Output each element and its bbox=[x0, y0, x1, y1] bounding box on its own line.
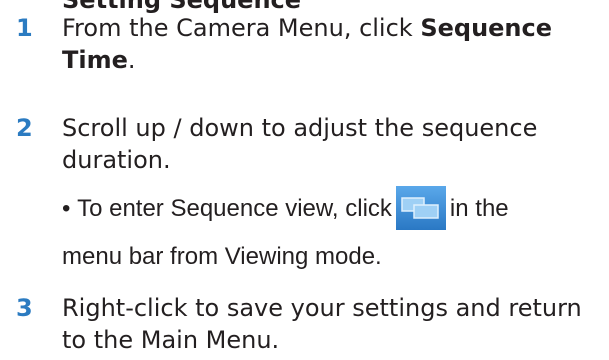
step-text-after: . bbox=[127, 46, 136, 74]
note-line-1: • To enter Sequence view, click in the bbox=[62, 185, 509, 232]
step-number: 3 bbox=[16, 294, 33, 322]
step-text: Right-click to save your settings and re… bbox=[62, 294, 582, 354]
note-text-before-icon: To enter Sequence view, click bbox=[77, 195, 392, 222]
bullet: • bbox=[62, 195, 71, 222]
step-number: 1 bbox=[16, 14, 33, 42]
step-text: Scroll up / down to adjust the sequence … bbox=[62, 114, 538, 174]
note-text-after-icon: in the bbox=[449, 195, 509, 222]
note-line-2: menu bar from Viewing mode. bbox=[62, 243, 382, 270]
step-number: 2 bbox=[16, 114, 33, 142]
step-text-before: From the Camera Menu, click bbox=[62, 14, 421, 42]
step-text: From the Camera Menu, click Sequence Tim… bbox=[62, 12, 602, 76]
sequence-view-icon bbox=[395, 185, 446, 230]
